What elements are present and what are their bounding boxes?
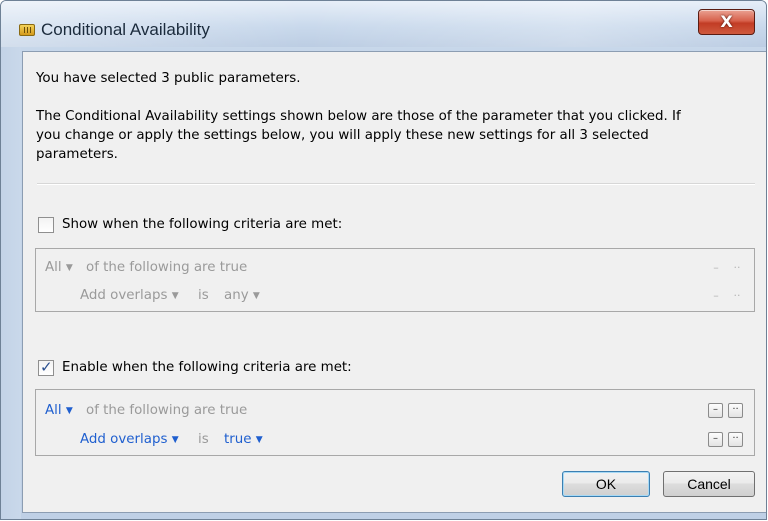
cancel-button[interactable]: Cancel <box>663 471 755 497</box>
show-remove-criterion-button[interactable]: – <box>709 289 723 303</box>
chevron-down-icon: ▼ <box>171 435 179 445</box>
show-criterion-operator: is <box>198 288 209 303</box>
enable-criterion-field-dropdown[interactable]: Add overlaps ▼ <box>80 430 179 450</box>
show-criteria-panel: All ▼ of the following are true – ·· Add… <box>35 248 755 312</box>
enable-criterion-operator: is <box>198 432 209 447</box>
close-button[interactable]: X <box>698 9 755 35</box>
explanation-line-1: The Conditional Availability settings sh… <box>36 109 681 124</box>
enable-more-group-button[interactable]: ·· <box>728 403 743 418</box>
show-criterion-value: any <box>224 288 249 303</box>
enable-criteria-panel: All ▼ of the following are true – ·· Add… <box>35 389 755 456</box>
explanation-line-2: you change or apply the settings below, … <box>36 128 649 143</box>
chevron-down-icon: ▼ <box>65 406 73 416</box>
show-criterion-value-dropdown[interactable]: any ▼ <box>224 286 260 306</box>
close-icon: X <box>720 12 733 31</box>
chevron-down-icon: ▼ <box>171 291 179 301</box>
selection-summary: You have selected 3 public parameters. <box>36 71 301 86</box>
enable-quantifier-dropdown[interactable]: All ▼ <box>45 401 73 421</box>
window-title: Conditional Availability <box>41 20 210 39</box>
enable-remove-group-button[interactable]: – <box>708 403 723 418</box>
show-quantifier-dropdown[interactable]: All ▼ <box>45 258 73 278</box>
separator <box>37 183 755 185</box>
enable-criteria-label[interactable]: Enable when the following criteria are m… <box>62 358 352 377</box>
parameter-icon <box>19 24 35 36</box>
enable-criteria-checkbox[interactable]: ✓ <box>38 358 54 376</box>
show-more-group-button[interactable]: ·· <box>730 261 744 275</box>
show-criterion-field: Add overlaps <box>80 288 168 303</box>
chevron-down-icon: ▼ <box>252 291 260 301</box>
enable-criterion-value: true <box>224 432 252 447</box>
ok-button[interactable]: OK <box>562 471 650 497</box>
enable-quantifier-value: All <box>45 403 62 418</box>
show-remove-group-button[interactable]: – <box>709 261 723 275</box>
title-bar[interactable]: Conditional Availability X <box>1 1 766 47</box>
enable-quantifier-suffix: of the following are true <box>86 403 248 418</box>
show-criteria-checkbox[interactable] <box>38 217 54 233</box>
explanation-line-3: parameters. <box>36 147 118 162</box>
enable-remove-criterion-button[interactable]: – <box>708 432 723 447</box>
chevron-down-icon: ▼ <box>65 263 73 273</box>
chevron-down-icon: ▼ <box>255 435 263 445</box>
show-quantifier-value: All <box>45 260 62 275</box>
enable-criterion-field: Add overlaps <box>80 432 168 447</box>
dialog-window: Conditional Availability X You have sele… <box>0 0 767 520</box>
show-quantifier-suffix: of the following are true <box>86 260 248 275</box>
enable-more-criterion-button[interactable]: ·· <box>728 432 743 447</box>
checkmark-icon: ✓ <box>40 358 53 376</box>
show-more-criterion-button[interactable]: ·· <box>730 289 744 303</box>
show-criterion-field-dropdown[interactable]: Add overlaps ▼ <box>80 286 179 306</box>
window-frame-edge <box>1 47 21 519</box>
enable-criterion-value-dropdown[interactable]: true ▼ <box>224 430 263 450</box>
dialog-content: You have selected 3 public parameters. T… <box>22 51 766 513</box>
show-criteria-label[interactable]: Show when the following criteria are met… <box>62 215 342 234</box>
